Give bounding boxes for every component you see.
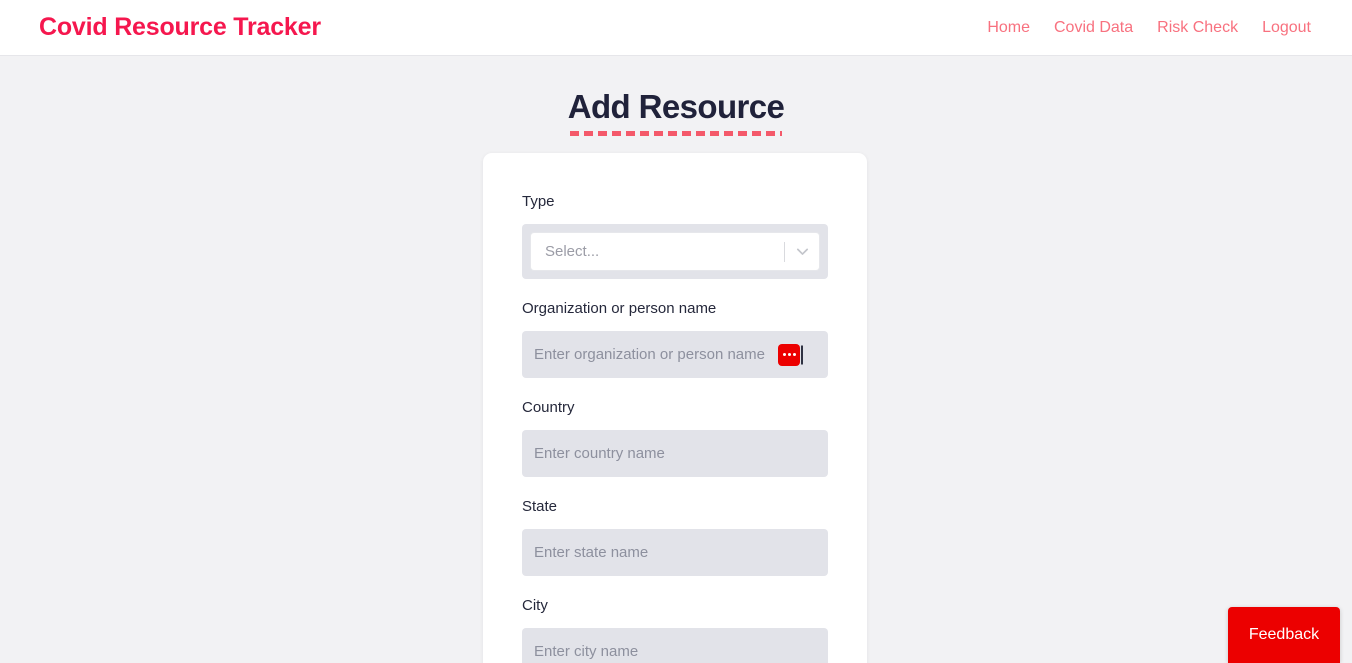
- nav-link-covid-data[interactable]: Covid Data: [1054, 19, 1133, 36]
- feedback-button[interactable]: Feedback: [1228, 607, 1340, 663]
- type-select-placeholder: Select...: [545, 243, 600, 260]
- page-title-container: Add Resource: [0, 88, 1352, 137]
- form-group-state: State: [522, 498, 828, 576]
- ellipsis-badge-icon[interactable]: [778, 343, 800, 366]
- label-state: State: [522, 498, 558, 515]
- city-input[interactable]: [522, 628, 828, 663]
- type-select-wrapper[interactable]: Select...: [522, 224, 828, 279]
- add-resource-form-card: Type Select... Organization or person na…: [483, 153, 867, 663]
- organization-input-holder: [522, 331, 828, 378]
- form-group-city: City: [522, 597, 828, 663]
- state-input[interactable]: [522, 529, 828, 576]
- top-navbar: Covid Resource Tracker Home Covid Data R…: [0, 0, 1352, 56]
- chevron-down-icon[interactable]: [785, 243, 819, 260]
- type-select[interactable]: Select...: [530, 232, 820, 271]
- label-organization: Organization or person name: [522, 300, 717, 317]
- text-caret: [801, 345, 803, 364]
- nav-link-risk-check[interactable]: Risk Check: [1157, 19, 1238, 36]
- nav-link-logout[interactable]: Logout: [1262, 19, 1311, 36]
- primary-navigation: Home Covid Data Risk Check Logout: [987, 19, 1311, 36]
- country-input[interactable]: [522, 430, 828, 477]
- form-group-organization: Organization or person name: [522, 300, 828, 378]
- form-group-type: Type Select...: [522, 193, 828, 279]
- form-group-country: Country: [522, 399, 828, 477]
- label-city: City: [522, 597, 548, 614]
- page-title: Add Resource: [568, 88, 785, 137]
- nav-link-home[interactable]: Home: [987, 19, 1030, 36]
- label-type: Type: [522, 193, 555, 210]
- brand-title[interactable]: Covid Resource Tracker: [39, 15, 321, 40]
- label-country: Country: [522, 399, 575, 416]
